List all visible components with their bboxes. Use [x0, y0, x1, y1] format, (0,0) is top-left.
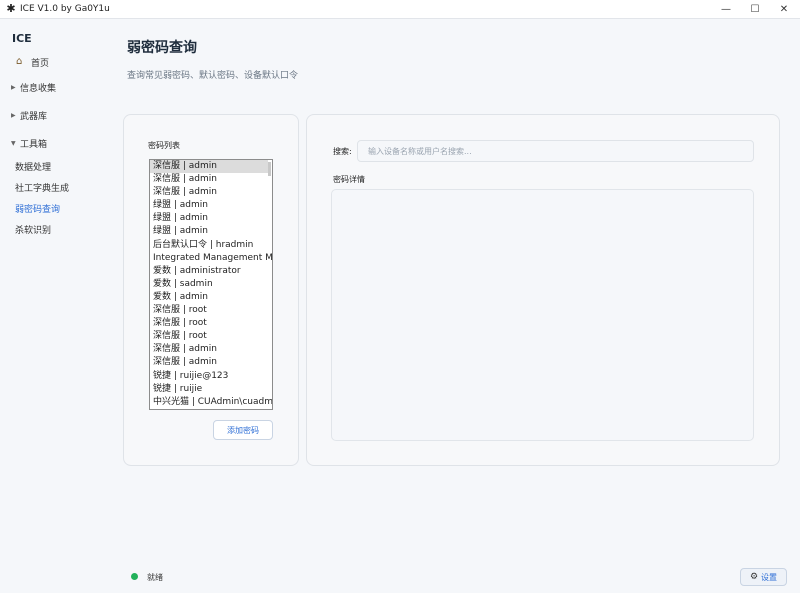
list-item[interactable]: 爱数 | administrator [150, 265, 272, 278]
list-item[interactable]: 深信服 | admin [150, 173, 272, 186]
sidebar-item-label: 社工字典生成 [15, 183, 70, 194]
sidebar-group-arsenal[interactable]: ▶ 武器库 [11, 107, 47, 123]
list-item[interactable]: 中兴光猫 | CUAdmin\cuadmi [150, 396, 272, 409]
sidebar-item-label: 弱密码查询 [15, 204, 61, 215]
sidebar-item-av-detect[interactable]: 杀软识别 [15, 221, 51, 237]
page-title: 弱密码查询 [127, 40, 197, 56]
list-item[interactable]: 锐捷 | ruijie [150, 383, 272, 396]
settings-label: 设置 [761, 572, 778, 582]
window-titlebar: ✱ ICE V1.0 by Ga0Y1u — ☐ ✕ [0, 0, 800, 19]
sidebar-group-label: 武器库 [20, 111, 48, 122]
brand-logo: ICE [12, 32, 32, 45]
chevron-right-icon: ▶ [11, 83, 16, 91]
detail-label: 密码详情 [333, 175, 365, 184]
sidebar: ICE ⌂ 首页 ▶ 信息收集 ▶ 武器库 ▼ 工具箱 数据处理 社工字典生成 … [0, 19, 104, 593]
gear-icon: ⚙ [749, 572, 759, 582]
list-item[interactable]: 绿盟 | admin [150, 225, 272, 238]
star-burst-icon: ✱ [6, 2, 16, 15]
list-item[interactable]: 爱数 | sadmin [150, 278, 272, 291]
home-icon: ⌂ [16, 56, 23, 67]
status-indicator [131, 573, 138, 580]
close-button[interactable]: ✕ [766, 0, 800, 19]
sidebar-item-weak-password[interactable]: 弱密码查询 [15, 200, 60, 216]
list-item[interactable]: 深信服 | root [150, 304, 272, 317]
sidebar-group-label: 工具箱 [20, 139, 48, 150]
list-item[interactable]: 深信服 | admin [150, 356, 272, 369]
sidebar-group-info-gathering[interactable]: ▶ 信息收集 [11, 79, 56, 95]
password-list-title: 密码列表 [148, 141, 180, 150]
page-subtitle: 查询常见弱密码、默认密码、设备默认口令 [127, 71, 299, 81]
sidebar-item-data-processing[interactable]: 数据处理 [15, 158, 51, 174]
sidebar-item-social-dict[interactable]: 社工字典生成 [15, 179, 69, 195]
sidebar-item-label: 数据处理 [15, 162, 52, 173]
search-label: 搜索: [333, 147, 352, 156]
listbox-scrollbar[interactable] [268, 162, 271, 176]
password-listbox[interactable]: 深信服 | admin 深信服 | admin 深信服 | admin 绿盟 |… [149, 159, 273, 410]
list-item[interactable]: 绿盟 | admin [150, 199, 272, 212]
list-item[interactable]: 后台默认口令 | hradmin [150, 239, 272, 252]
list-item[interactable]: 深信服 | root [150, 330, 272, 343]
window-title: ICE V1.0 by Ga0Y1u [20, 4, 110, 14]
list-item[interactable]: 深信服 | admin [150, 160, 268, 174]
settings-button[interactable]: ⚙ 设置 [740, 568, 787, 586]
chevron-down-icon: ▼ [11, 139, 16, 147]
list-item[interactable]: 深信服 | admin [150, 186, 272, 199]
list-item[interactable]: 爱数 | admin [150, 291, 272, 304]
list-item[interactable]: 绿盟 | admin [150, 212, 272, 225]
sidebar-group-label: 信息收集 [20, 83, 57, 94]
add-password-button[interactable]: 添加密码 [213, 420, 273, 440]
search-input[interactable] [357, 140, 754, 162]
list-item[interactable]: 锐捷 | ruijie@123 [150, 370, 272, 383]
list-item[interactable]: 深信服 | root [150, 317, 272, 330]
list-item[interactable]: 深信服 | admin [150, 343, 272, 356]
status-text: 就绪 [147, 573, 163, 582]
list-item[interactable]: Integrated Management Mo [150, 252, 272, 265]
password-detail-box[interactable] [331, 189, 754, 441]
sidebar-item-label: 杀软识别 [15, 225, 52, 236]
sidebar-item-label: 首页 [31, 58, 50, 69]
chevron-right-icon: ▶ [11, 111, 16, 119]
sidebar-group-toolbox[interactable]: ▼ 工具箱 [11, 135, 47, 151]
sidebar-item-home[interactable]: ⌂ 首页 [16, 54, 49, 70]
